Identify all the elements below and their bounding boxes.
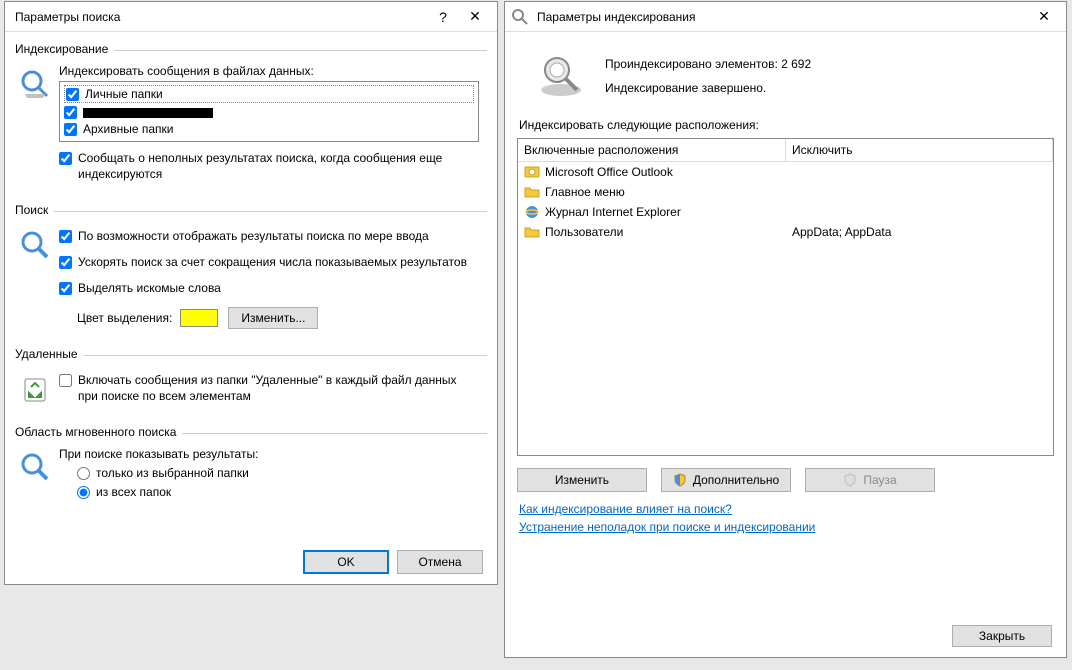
- data-files-label: Индексировать сообщения в файлах данных:: [59, 64, 479, 78]
- indexing-options-dialog: Параметры индексирования ✕ Проиндексиров…: [504, 1, 1067, 658]
- checkbox-partial-results[interactable]: [59, 152, 72, 165]
- checkbox-personal-folders[interactable]: [66, 88, 79, 101]
- group-header-text: Удаленные: [15, 347, 84, 361]
- col-included[interactable]: Включенные расположения: [518, 139, 786, 161]
- group-deleted: Удаленные Включать сообщения из папки "У…: [15, 345, 487, 415]
- group-scope: Область мгновенного поиска При поиске по…: [15, 423, 487, 511]
- speed-up-label: Ускорять поиск за счет сокращения числа …: [78, 254, 467, 270]
- close-button[interactable]: ✕: [459, 5, 491, 29]
- highlight-color-swatch: [180, 309, 218, 327]
- modify-button[interactable]: Изменить: [517, 468, 647, 492]
- highlight-label: Выделять искомые слова: [78, 280, 221, 296]
- group-search: Поиск По возможности отображать результа…: [15, 201, 487, 337]
- indexing-status: Индексирование завершено.: [605, 76, 811, 100]
- search-icon: [19, 229, 51, 261]
- checkbox-speed-up[interactable]: [59, 256, 72, 269]
- locations-listbox: Включенные расположения Исключить Micros…: [517, 138, 1054, 456]
- advanced-button[interactable]: Дополнительно: [661, 468, 791, 492]
- titlebar: Параметры поиска ? ✕: [5, 2, 497, 32]
- help-icon: ?: [439, 9, 447, 25]
- link-how-indexing-works[interactable]: Как индексирование влияет на поиск?: [519, 502, 1052, 516]
- checkbox-redacted[interactable]: [64, 106, 77, 119]
- item-archive-folders: Архивные папки: [83, 121, 174, 137]
- location-name: Пользователи: [545, 225, 623, 239]
- location-row[interactable]: Microsoft Office Outlook: [518, 162, 1053, 182]
- scope-icon: [19, 451, 51, 483]
- locations-label: Индексировать следующие расположения:: [519, 118, 1052, 132]
- checkbox-include-deleted[interactable]: [59, 374, 72, 387]
- close-icon: ✕: [469, 8, 481, 25]
- help-button[interactable]: ?: [427, 5, 459, 29]
- outlook-icon: [524, 164, 540, 180]
- checkbox-archive-folders[interactable]: [64, 123, 77, 136]
- as-you-type-label: По возможности отображать результаты пои…: [78, 228, 429, 244]
- summary-block: Проиндексировано элементов: 2 692 Индекс…: [505, 32, 1066, 110]
- location-exclude: [786, 182, 1053, 202]
- pause-button: Пауза: [805, 468, 935, 492]
- location-row[interactable]: Главное меню: [518, 182, 1053, 202]
- color-label: Цвет выделения:: [77, 311, 172, 325]
- location-exclude: [786, 162, 1053, 182]
- location-exclude: AppData; AppData: [786, 222, 1053, 242]
- ie-icon: [524, 204, 540, 220]
- location-exclude: [786, 202, 1053, 222]
- group-header-text: Область мгновенного поиска: [15, 425, 182, 439]
- index-icon: [19, 68, 51, 100]
- search-options-dialog: Параметры поиска ? ✕ Индексирование Инде…: [4, 1, 498, 585]
- titlebar: Параметры индексирования ✕: [505, 2, 1066, 32]
- folder-icon: [524, 224, 540, 240]
- data-files-listbox: Личные папки Архивные папки: [59, 81, 479, 142]
- checkbox-highlight[interactable]: [59, 282, 72, 295]
- shield-icon: [673, 473, 687, 487]
- close-icon: ✕: [1038, 8, 1050, 25]
- location-name: Главное меню: [545, 185, 625, 199]
- indexing-large-icon: [535, 52, 587, 100]
- ok-button[interactable]: OK: [303, 550, 389, 574]
- recycle-bin-icon: [19, 373, 51, 405]
- change-color-button[interactable]: Изменить...: [228, 307, 318, 329]
- radio-all-folders[interactable]: [77, 486, 90, 499]
- col-exclude[interactable]: Исключить: [786, 139, 1053, 161]
- partial-results-label: Сообщать о неполных результатах поиска, …: [78, 150, 479, 182]
- advanced-label: Дополнительно: [693, 473, 779, 487]
- location-name: Журнал Internet Explorer: [545, 205, 681, 219]
- shield-icon: [843, 473, 857, 487]
- close-button[interactable]: ✕: [1028, 5, 1060, 29]
- indexing-icon: [511, 8, 529, 26]
- radio-current-label: только из выбранной папки: [96, 465, 249, 481]
- scope-label: При поиске показывать результаты:: [59, 447, 479, 461]
- pause-label: Пауза: [863, 473, 896, 487]
- locations-header: Включенные расположения Исключить: [518, 139, 1053, 162]
- location-row[interactable]: Пользователи AppData; AppData: [518, 222, 1053, 242]
- link-troubleshoot[interactable]: Устранение неполадок при поиске и индекс…: [519, 520, 1052, 534]
- group-indexing: Индексирование Индексировать сообщения в…: [15, 40, 487, 193]
- location-name: Microsoft Office Outlook: [545, 165, 673, 179]
- dialog-title: Параметры индексирования: [533, 10, 1028, 24]
- radio-current-folder[interactable]: [77, 467, 90, 480]
- item-redacted: [83, 104, 213, 120]
- folder-icon: [524, 184, 540, 200]
- group-header-text: Поиск: [15, 203, 54, 217]
- include-deleted-label: Включать сообщения из папки "Удаленные" …: [78, 372, 479, 404]
- dialog-title: Параметры поиска: [11, 10, 427, 24]
- close-dialog-button[interactable]: Закрыть: [952, 625, 1052, 647]
- radio-all-label: из всех папок: [96, 484, 171, 500]
- item-personal-folders: Личные папки: [85, 86, 163, 102]
- location-row[interactable]: Журнал Internet Explorer: [518, 202, 1053, 222]
- cancel-button[interactable]: Отмена: [397, 550, 483, 574]
- group-header-text: Индексирование: [15, 42, 114, 56]
- indexed-count: Проиндексировано элементов: 2 692: [605, 52, 811, 76]
- checkbox-as-you-type[interactable]: [59, 230, 72, 243]
